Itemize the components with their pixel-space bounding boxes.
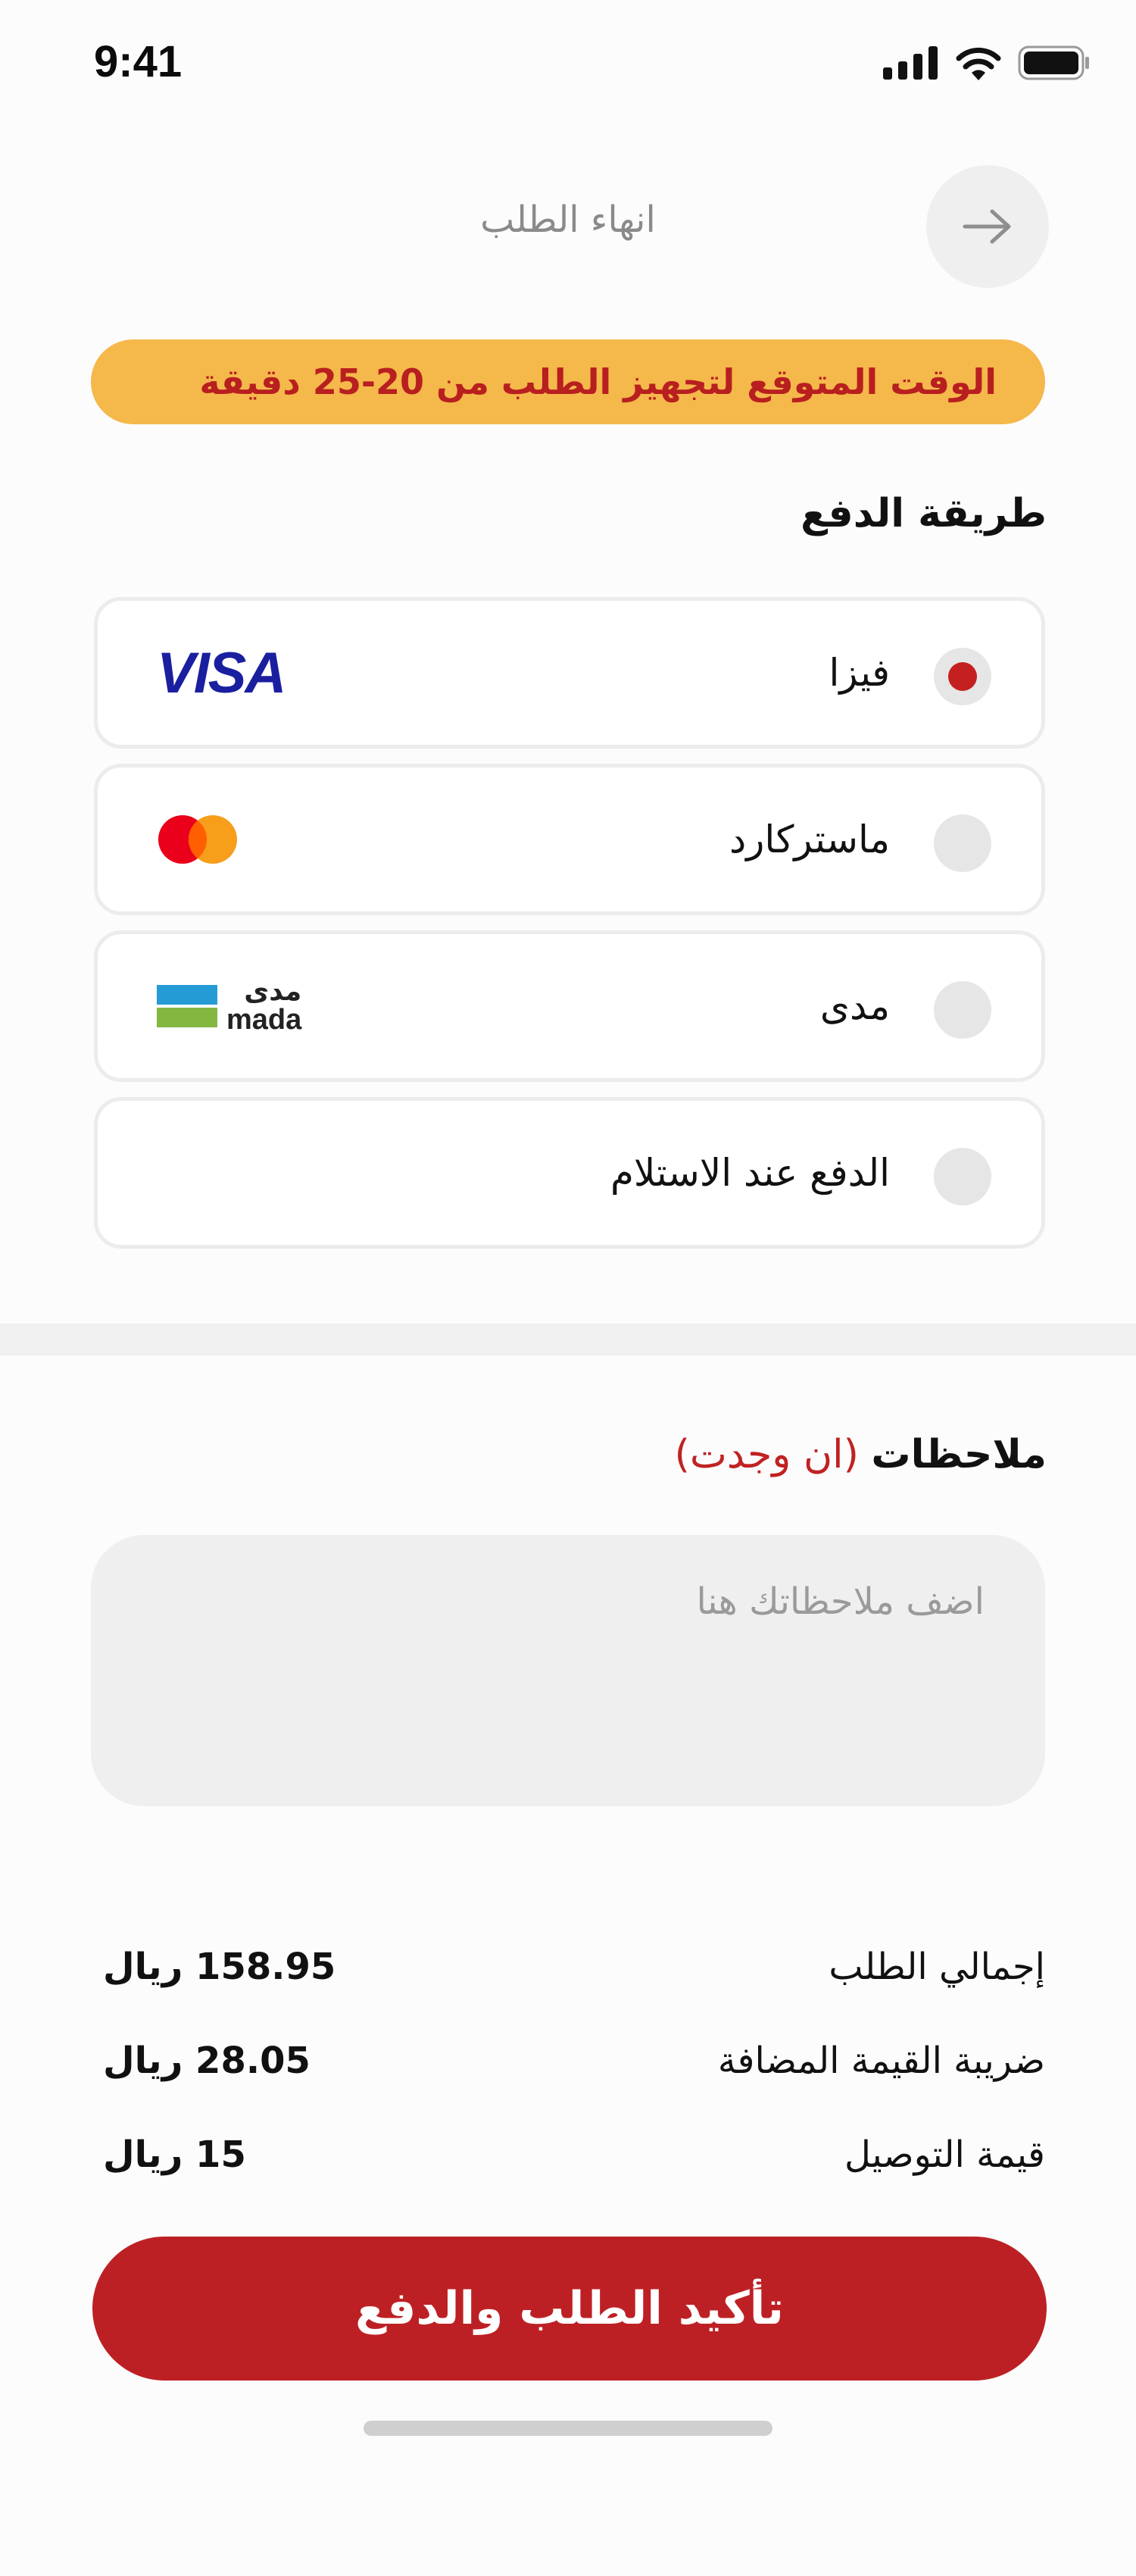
visa-logo-text: VISA (157, 640, 286, 705)
summary-value: 15 ريال (103, 2134, 246, 2176)
payment-option-mastercard[interactable]: ماستركارد (94, 764, 1045, 915)
mada-logo: مدى mada (157, 934, 301, 1078)
payment-option-label: فيزا (829, 651, 890, 695)
summary-label: إجمالي الطلب (829, 1946, 1045, 1988)
notes-optional-label: (ان وجدت) (674, 1432, 859, 1477)
section-divider (0, 1324, 1136, 1355)
home-indicator (364, 2421, 772, 2436)
signal-icon (883, 46, 938, 80)
payment-option-label: ماستركارد (729, 818, 890, 861)
status-icons (883, 45, 1091, 80)
summary-row-total: 158.95 ريال إجمالي الطلب (103, 1937, 1045, 1997)
payment-option-visa[interactable]: فيزا VISA (94, 597, 1045, 749)
notes-heading: ملاحظات (ان وجدت) (675, 1432, 1047, 1477)
battery-icon (1018, 45, 1089, 80)
radio-selected[interactable] (934, 648, 991, 705)
wifi-icon (956, 47, 1001, 80)
summary-row-delivery: 15 ريال قيمة التوصيل (103, 2124, 1045, 2185)
summary-value: 158.95 ريال (103, 1946, 336, 1988)
mada-logo-en: mada (226, 1004, 302, 1036)
radio-unselected[interactable] (934, 814, 991, 872)
prep-time-banner: الوقت المتوقع لتجهيز الطلب من 20-25 دقيق… (91, 339, 1045, 424)
summary-label: قيمة التوصيل (844, 2134, 1045, 2176)
payment-option-label: مدى (819, 984, 890, 1028)
mastercard-logo (157, 767, 240, 911)
payment-method-title: طريقة الدفع (801, 491, 1047, 536)
mada-logo-ar: مدى (244, 976, 302, 1007)
radio-dot (948, 662, 977, 691)
payment-option-cash-on-delivery[interactable]: الدفع عند الاستلام (94, 1097, 1045, 1249)
summary-value: 28.05 ريال (103, 2040, 311, 2082)
radio-unselected[interactable] (934, 1148, 991, 1205)
payment-option-label: الدفع عند الاستلام (610, 1151, 890, 1195)
radio-unselected[interactable] (934, 981, 991, 1039)
payment-option-mada[interactable]: مدى مدى mada (94, 930, 1045, 1082)
status-time: 9:41 (94, 37, 183, 86)
summary-label: ضريبة القيمة المضافة (717, 2040, 1045, 2082)
notes-title: ملاحظات (871, 1432, 1047, 1477)
page-title: انهاء الطلب (480, 199, 656, 241)
visa-logo: VISA (157, 601, 286, 745)
notes-input[interactable] (91, 1535, 1045, 1806)
summary-row-vat: 28.05 ريال ضريبة القيمة المضافة (103, 2030, 1045, 2091)
confirm-order-button[interactable]: تأكيد الطلب والدفع (92, 2237, 1047, 2381)
